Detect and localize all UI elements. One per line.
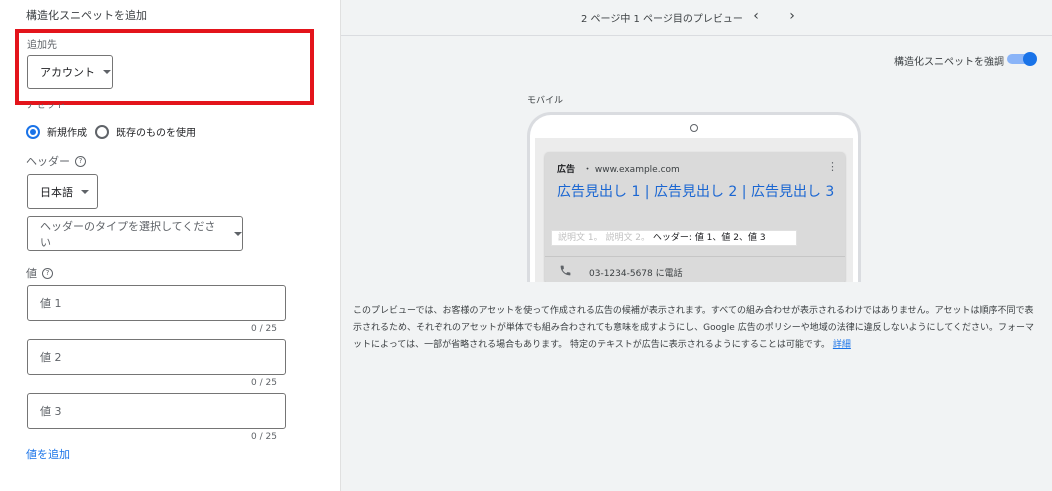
chevron-right-icon[interactable]: › [784,8,800,24]
mobile-phone-frame: 広告 ・ www.example.com ⋮ 広告見出し 1 | 広告見出し 2… [527,112,861,282]
ad-badge: 広告 [557,165,576,175]
language-dropdown-value: 日本語 [40,185,73,199]
values-label: 値 [26,267,37,280]
camera-icon [690,124,698,132]
ad-divider [545,256,845,257]
value-3-counter: 0 / 25 [251,432,277,442]
chevron-left-icon[interactable]: ‹ [748,8,764,24]
phone-icon [559,264,572,280]
emphasize-toggle-label: 構造化スニペットを強調 [894,57,1004,68]
structured-snippet-text: ヘッダー: 値 1、値 2、値 3 [652,233,766,243]
value-input-1[interactable]: 値 1 [27,285,286,321]
snippet-form-panel: 構造化スニペットを追加 追加先 アカウント アセット 新規作成 既存のものを使用… [0,0,341,491]
language-dropdown[interactable]: 日本語 [27,174,98,209]
header-label: ヘッダー [26,155,70,168]
emphasize-toggle[interactable] [1007,52,1037,66]
radio-existing[interactable]: 既存のものを使用 [95,124,196,139]
value-input-3[interactable]: 値 3 [27,393,286,429]
value-1-counter: 0 / 25 [251,324,277,334]
toggle-thumb [1023,52,1037,66]
ad-preview-card: 広告 ・ www.example.com ⋮ 広告見出し 1 | 広告見出し 2… [545,152,845,282]
ad-description-snippet: 説明文 1。 説明文 2。 ヘッダー: 値 1、値 2、値 3 [551,230,797,246]
radio-unselected-icon [95,124,109,139]
header-type-dropdown[interactable]: ヘッダーのタイプを選択してください [27,216,243,251]
more-vert-icon[interactable]: ⋮ [827,160,838,173]
caret-down-icon [81,189,89,194]
ad-display-url: ・ www.example.com [583,165,680,175]
header-label-row: ヘッダー ? [26,153,86,169]
add-value-link[interactable]: 値を追加 [26,446,70,462]
pager-text: 2 ページ中 1 ページ目のプレビュー [581,14,743,25]
caret-down-icon [234,231,242,236]
ad-headline[interactable]: 広告見出し 1 | 広告見出し 2 | 広告見出し 3 [557,182,837,202]
device-label: モバイル [527,96,564,106]
details-link[interactable]: 詳細 [833,340,851,350]
preview-panel: 2 ページ中 1 ページ目のプレビュー ‹ › 構造化スニペットを強調 モバイル… [341,0,1052,491]
radio-existing-label: 既存のものを使用 [116,128,196,139]
help-icon[interactable]: ? [42,267,53,279]
add-to-dropdown[interactable]: アカウント [27,55,113,89]
ad-description-placeholder: 説明文 1。 説明文 2。 [558,233,651,243]
radio-new[interactable]: 新規作成 [26,124,87,139]
disclaimer-text: このプレビューでは、お客様のアセットを使って作成される広告の候補が表示されます。… [353,306,1034,350]
asset-label: アセット [26,104,66,111]
preview-pager-bar: 2 ページ中 1 ページ目のプレビュー ‹ › [341,0,1052,36]
preview-disclaimer: このプレビューでは、お客様のアセットを使って作成される広告の候補が表示されます。… [353,303,1041,354]
help-icon[interactable]: ? [75,155,86,167]
phone-screen: 広告 ・ www.example.com ⋮ 広告見出し 1 | 広告見出し 2… [535,138,853,282]
radio-selected-icon [26,124,40,139]
values-label-row: 値 ? [26,265,53,281]
caret-down-icon [103,70,111,74]
value-3-placeholder: 値 3 [40,405,62,418]
radio-new-label: 新規作成 [47,128,87,139]
value-input-2[interactable]: 値 2 [27,339,286,375]
add-to-label: 追加先 [27,40,57,51]
form-title: 構造化スニペットを追加 [26,9,147,22]
add-to-dropdown-value: アカウント [40,66,95,79]
value-2-counter: 0 / 25 [251,378,277,388]
header-type-placeholder: ヘッダーのタイプを選択してください [40,219,216,249]
value-1-placeholder: 値 1 [40,297,62,310]
value-2-placeholder: 値 2 [40,351,62,364]
call-extension-text[interactable]: 03-1234-5678 に電話 [589,266,683,279]
